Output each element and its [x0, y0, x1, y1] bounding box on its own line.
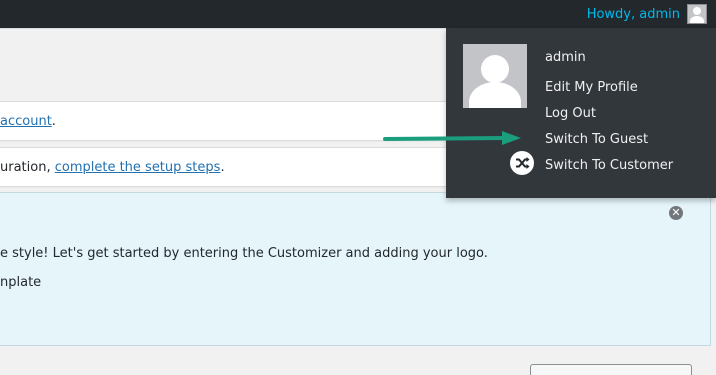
howdy-text[interactable]: Howdy, admin — [587, 7, 680, 22]
notice-setup-text: uration, complete the setup steps. — [0, 160, 225, 175]
welcome-panel: ✕ e style! Let's get started by entering… — [0, 192, 711, 346]
account-link[interactable]: account — [0, 114, 52, 129]
switch-to-guest-link[interactable]: Switch To Guest — [545, 132, 648, 147]
switch-to-customer-link[interactable]: Switch To Customer — [545, 158, 673, 173]
close-icon[interactable]: ✕ — [669, 206, 683, 220]
welcome-template-link[interactable]: nplate — [0, 275, 41, 290]
user-dropdown-menu: admin Edit My Profile Log Out Switch To … — [446, 28, 716, 198]
my-account-menu[interactable]: Howdy, admin — [587, 0, 706, 28]
avatar-icon[interactable] — [688, 5, 706, 23]
welcome-text: e style! Let's get started by entering t… — [0, 246, 488, 261]
user-display-name[interactable]: admin — [545, 50, 586, 65]
log-out-link[interactable]: Log Out — [545, 106, 596, 121]
notice-account-text: account. — [0, 114, 56, 129]
avatar[interactable] — [463, 44, 527, 108]
edit-profile-link[interactable]: Edit My Profile — [545, 80, 638, 95]
admin-bar: Howdy, admin — [0, 0, 716, 28]
shuffle-icon — [510, 151, 534, 175]
setup-steps-link[interactable]: complete the setup steps — [55, 160, 221, 175]
